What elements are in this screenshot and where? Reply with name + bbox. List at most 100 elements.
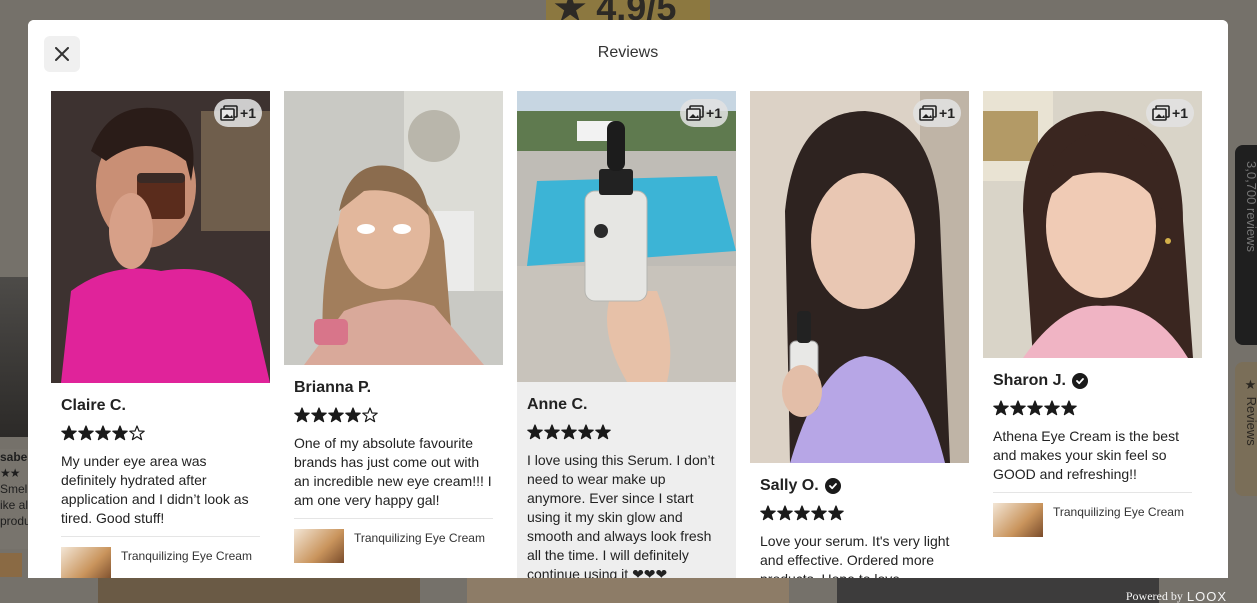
background-line: ike al [0, 498, 28, 512]
review-card[interactable]: Brianna P. One of my absolute favourite … [284, 91, 503, 578]
product-thumbnail [294, 529, 344, 563]
background-photo-strip [467, 577, 789, 603]
product-name: Tranquilizing Eye Cream [1053, 505, 1184, 519]
star-filled-icon [328, 407, 344, 423]
review-text: Athena Eye Cream is the best and makes y… [993, 428, 1179, 482]
loox-logo: LOOX [1186, 589, 1227, 603]
photos-icon [686, 105, 704, 121]
star-filled-icon [294, 407, 310, 423]
background-review-name: sabe [0, 450, 28, 464]
star-empty-icon [362, 407, 378, 423]
review-text: One of my absolute favourite brands has … [294, 435, 492, 508]
photo-woman-smiling [983, 91, 1202, 358]
star-filled-icon [794, 505, 810, 521]
review-photo[interactable]: +1 [517, 91, 736, 382]
review-photo[interactable]: +1 [51, 91, 270, 383]
review-text: My under eye area was definitely hydrate… [61, 453, 249, 526]
star-filled-icon [1044, 400, 1060, 416]
more-photos-badge: +1 [214, 99, 262, 127]
verified-check-icon [1071, 373, 1088, 389]
photos-icon [1152, 105, 1170, 121]
star-filled-icon [578, 424, 594, 440]
modal-title: Reviews [597, 44, 659, 61]
reviewer-name: Claire C. [61, 395, 260, 417]
more-photos-badge: +1 [913, 99, 961, 127]
more-photos-count: +1 [1172, 105, 1188, 121]
review-card[interactable]: +1 Sally O. Love your serum. It's very l… [750, 91, 969, 578]
background-review-photo [0, 277, 28, 437]
review-photo[interactable] [284, 91, 503, 365]
review-product[interactable]: Tranquilizing Eye Cream [61, 536, 260, 578]
photo-woman-eye-patches [284, 91, 503, 365]
more-photos-badge: +1 [1146, 99, 1194, 127]
side-reviews-tab[interactable]: ★ Reviews [1235, 362, 1257, 496]
background-rating: ★ 4.9/5 [546, 0, 710, 22]
verified-check-icon [824, 478, 841, 494]
star-rating [993, 400, 1192, 416]
photos-icon [919, 105, 937, 121]
review-text: I love using this Serum. I don’t need to… [527, 452, 715, 578]
review-text: Love your serum. It's very light and eff… [760, 533, 950, 578]
reviewer-name: Sharon J. [993, 370, 1192, 392]
photo-woman-holding-serum [750, 91, 969, 463]
more-photos-badge: +1 [680, 99, 728, 127]
side-reviews-counter-tab[interactable]: 3,0,700 reviews [1235, 145, 1257, 345]
star-filled-icon [993, 400, 1009, 416]
review-photo[interactable]: +1 [750, 91, 969, 463]
reviewer-name-text: Anne C. [527, 396, 588, 413]
background-line: produ [0, 514, 28, 528]
star-filled-icon [561, 424, 577, 440]
review-card[interactable]: +1 Anne C. I love using this Serum. I do… [517, 91, 736, 578]
background-product-thumb [0, 553, 22, 577]
review-product[interactable]: Tranquilizing Eye Cream [294, 518, 493, 563]
review-photo[interactable]: +1 [983, 91, 1202, 358]
star-filled-icon [61, 425, 77, 441]
reviewer-name: Brianna P. [294, 377, 493, 399]
star-filled-icon [78, 425, 94, 441]
background-photo-strip [837, 577, 1159, 603]
powered-by-loox[interactable]: Powered by LOOX [1126, 589, 1227, 603]
star-rating [760, 505, 959, 521]
star-filled-icon [595, 424, 611, 440]
star-filled-icon [544, 424, 560, 440]
background-line: Smel [0, 482, 28, 496]
product-thumbnail [61, 547, 111, 578]
background-stars: ★★ [0, 466, 21, 480]
star-filled-icon [811, 505, 827, 521]
star-filled-icon [1027, 400, 1043, 416]
photo-woman-holding-jar [51, 91, 270, 383]
photo-serum-by-pool [517, 91, 736, 382]
reviewer-name-text: Brianna P. [294, 379, 372, 396]
star-filled-icon [345, 407, 361, 423]
background-review-text: sabe ★★ Smel ike al produ [0, 449, 28, 549]
background-photo-strip [98, 577, 420, 603]
reviews-grid: +1 Claire C. My under eye area was defin… [51, 91, 1211, 578]
star-rating [61, 425, 260, 441]
star-filled-icon [760, 505, 776, 521]
star-filled-icon [527, 424, 543, 440]
reviewer-name-text: Claire C. [61, 397, 126, 414]
more-photos-count: +1 [939, 105, 955, 121]
more-photos-count: +1 [706, 105, 722, 121]
star-empty-icon [129, 425, 145, 441]
product-thumbnail [993, 503, 1043, 537]
star-rating [294, 407, 493, 423]
star-filled-icon [828, 505, 844, 521]
star-rating [527, 424, 726, 440]
product-name: Tranquilizing Eye Cream [354, 531, 485, 545]
star-filled-icon [311, 407, 327, 423]
reviewer-name: Anne C. [527, 394, 726, 416]
modal-header: Reviews [28, 20, 1228, 88]
photos-icon [220, 105, 238, 121]
review-card[interactable]: +1 Sharon J. Athena Eye Cream is the bes… [983, 91, 1202, 578]
reviewer-name-text: Sharon J. [993, 372, 1066, 389]
star-filled-icon [95, 425, 111, 441]
review-card[interactable]: +1 Claire C. My under eye area was defin… [51, 91, 270, 578]
star-filled-icon [112, 425, 128, 441]
powered-by-label: Powered by [1125, 589, 1183, 603]
star-filled-icon [1061, 400, 1077, 416]
reviewer-name-text: Sally O. [760, 477, 819, 494]
reviewer-name: Sally O. [760, 475, 959, 497]
star-filled-icon [1010, 400, 1026, 416]
review-product[interactable]: Tranquilizing Eye Cream [993, 492, 1192, 537]
